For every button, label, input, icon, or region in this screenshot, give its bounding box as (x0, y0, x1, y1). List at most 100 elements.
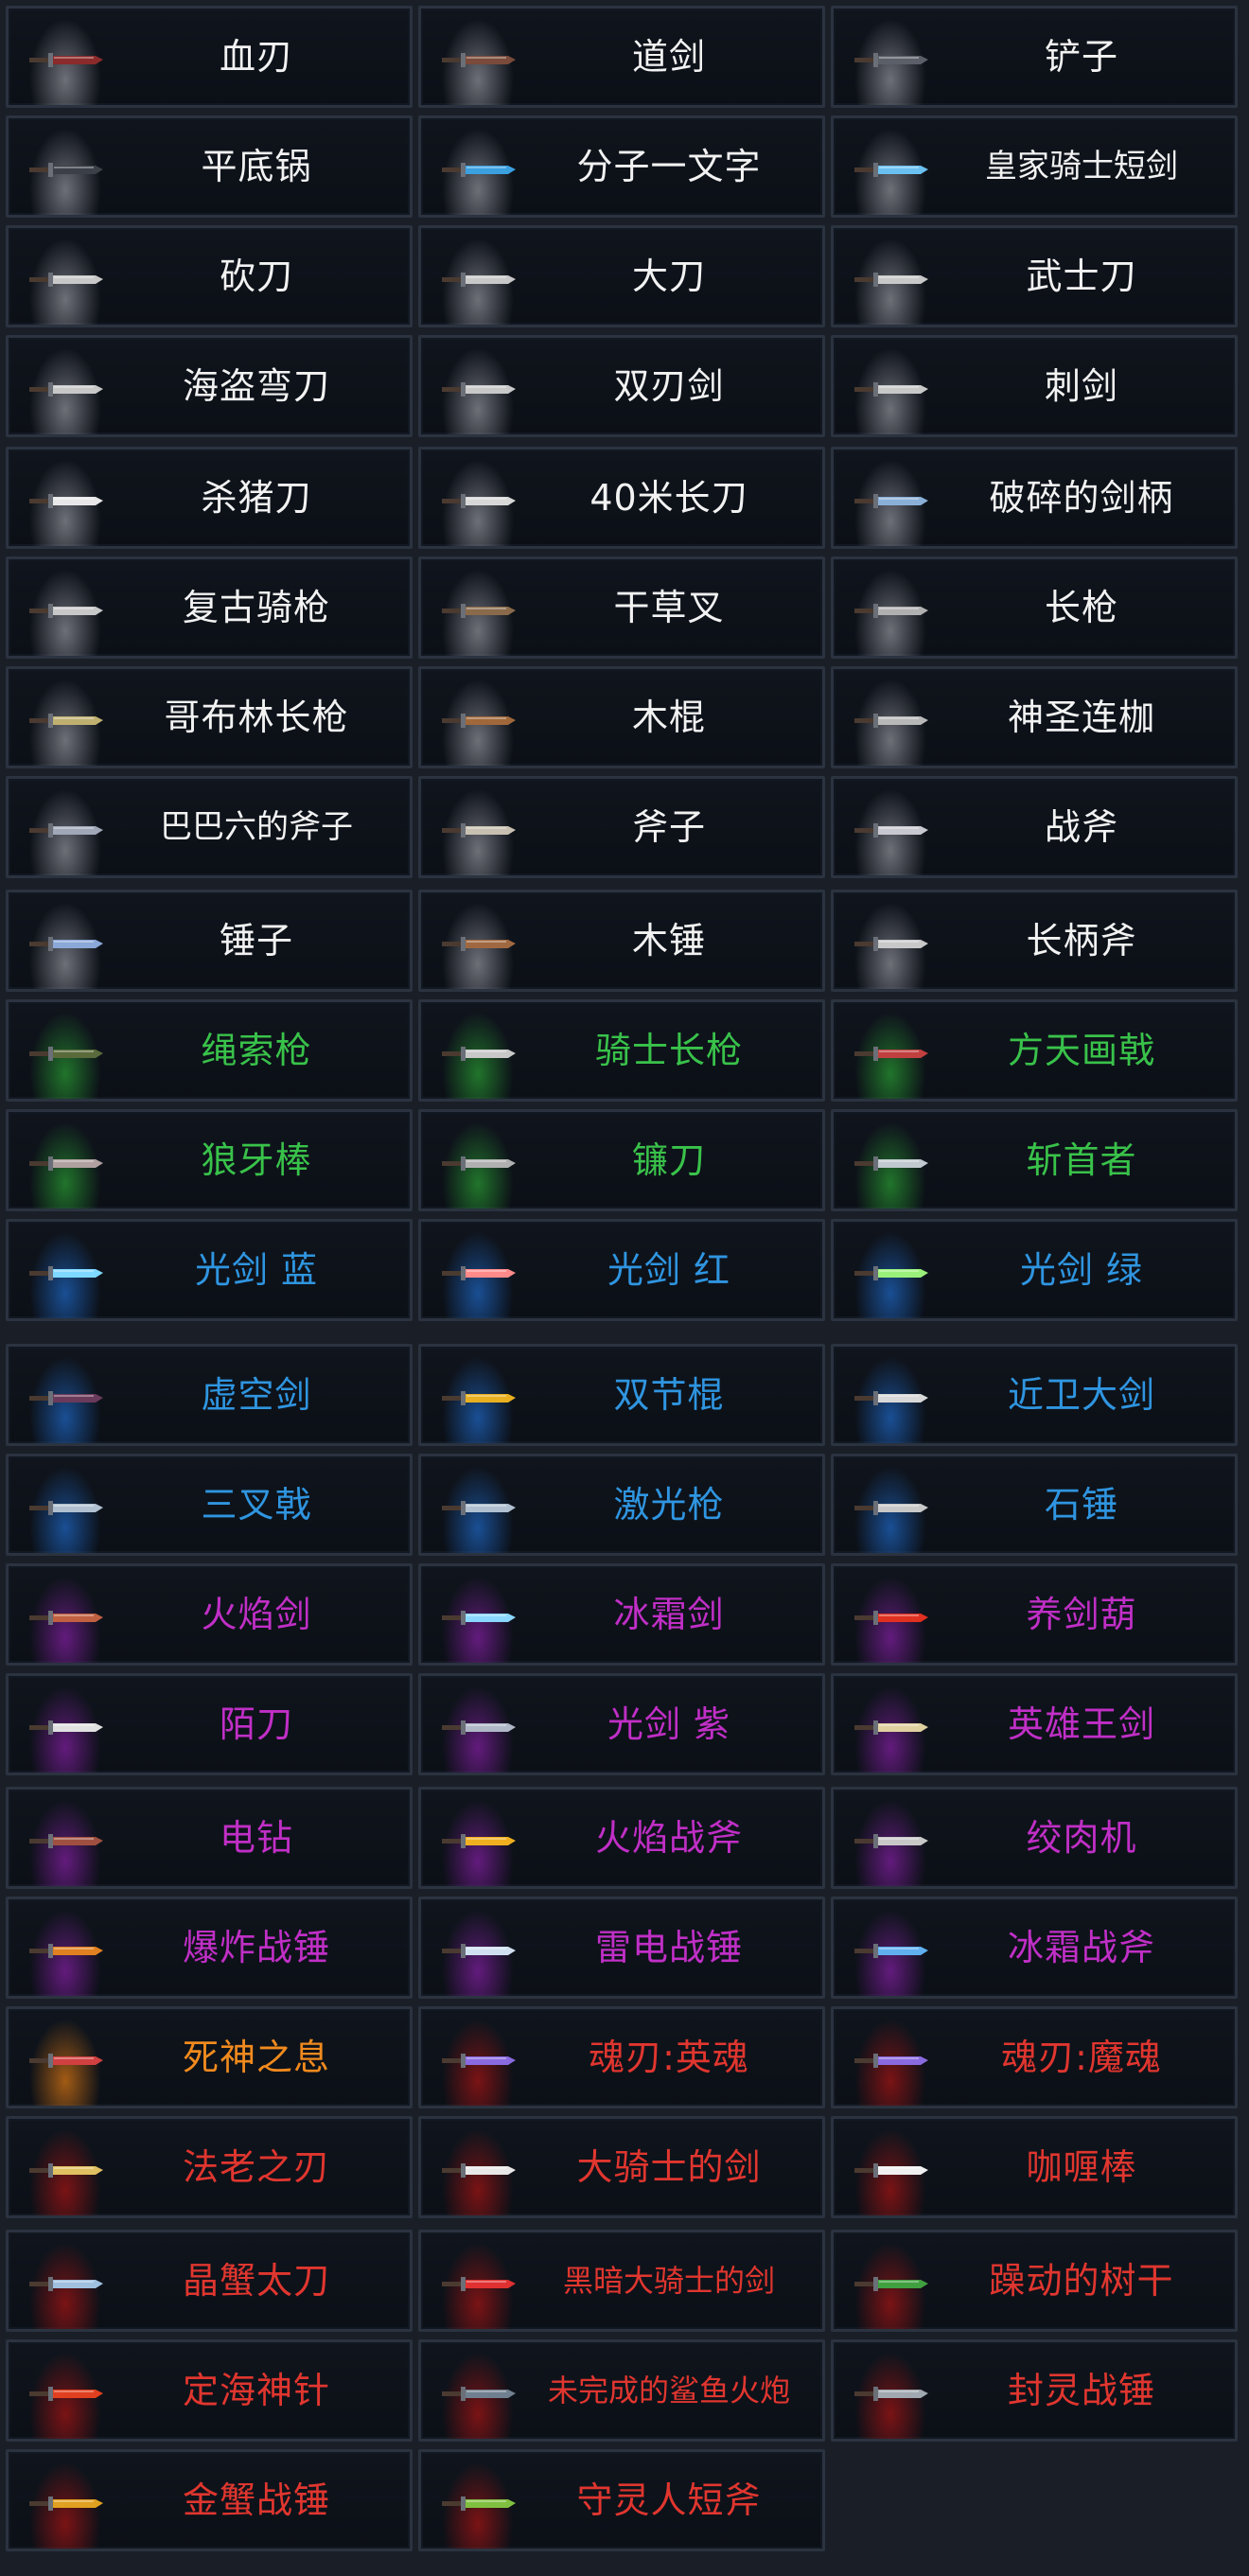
weapon-cell[interactable]: 斧子 (418, 776, 825, 878)
broken-hilt-icon (847, 482, 934, 520)
weapon-cell[interactable]: 封灵战锤 (831, 2339, 1238, 2442)
golden-crab-warhammer-icon (22, 2484, 109, 2522)
weapon-cell[interactable]: 魂刃:魔魂 (831, 2006, 1238, 2108)
weapon-cell[interactable]: 爆炸战锤 (6, 1897, 413, 1999)
weapon-cell[interactable]: 大骑士的剑 (418, 2116, 825, 2218)
weapon-cell[interactable]: 光剑 红 (418, 1219, 825, 1321)
weapon-cell[interactable]: 火焰战斧 (418, 1787, 825, 1889)
weapon-cell[interactable]: 晶蟹太刀 (6, 2230, 413, 2332)
weapon-cell[interactable]: 金蟹战锤 (6, 2449, 413, 2551)
weapon-cell[interactable]: 骑士长枪 (418, 999, 825, 1102)
weapon-cell[interactable]: 铲子 (831, 6, 1238, 108)
weapon-cell[interactable]: 养剑葫 (831, 1563, 1238, 1666)
weapon-cell[interactable]: 绳索枪 (6, 999, 413, 1102)
weapon-cell[interactable]: 分子一文字 (418, 115, 825, 218)
weapon-name: 躁动的树干 (989, 2260, 1174, 2302)
weapon-cell[interactable]: 激光枪 (418, 1454, 825, 1556)
weapon-cell[interactable]: 光剑 蓝 (6, 1219, 413, 1321)
spirit-seal-warhammer-icon (847, 2374, 934, 2412)
restless-trunk-icon (847, 2265, 934, 2303)
weapon-cell[interactable]: 道剑 (418, 6, 825, 108)
weapon-cell[interactable]: 血刃 (6, 6, 413, 108)
weapon-name: 平底锅 (201, 146, 312, 187)
weapon-cell[interactable]: 石锤 (831, 1454, 1238, 1556)
weapon-cell[interactable]: 武士刀 (831, 225, 1238, 327)
weapon-cell[interactable]: 光剑 紫 (418, 1673, 825, 1775)
weapon-cell[interactable]: 双刃剑 (418, 335, 825, 437)
explosive-warhammer-icon (22, 1932, 109, 1969)
weapon-name: 武士刀 (1026, 256, 1137, 297)
weapon-cell[interactable]: 陌刀 (6, 1673, 413, 1775)
weapon-name: 分子一文字 (576, 146, 762, 187)
weapon-name: 皇家骑士短剑 (985, 148, 1178, 185)
weapon-cell[interactable]: 大刀 (418, 225, 825, 327)
weapon-name: 守灵人短斧 (576, 2479, 762, 2521)
weapon-cell[interactable]: 长柄斧 (831, 890, 1238, 992)
weapon-name: 金蟹战锤 (182, 2479, 330, 2521)
weapon-cell[interactable]: 长枪 (831, 556, 1238, 659)
pharaoh-blade-icon (22, 2151, 109, 2189)
weapon-cell[interactable]: 平底锅 (6, 115, 413, 218)
thunder-warhammer-icon (434, 1932, 521, 1969)
weapon-name: 道剑 (631, 36, 706, 78)
weapon-cell[interactable]: 40米长刀 (418, 447, 825, 549)
weapon-cell[interactable]: 哥布林长枪 (6, 666, 413, 768)
weapon-cell[interactable]: 定海神针 (6, 2339, 413, 2442)
weapon-cell[interactable]: 法老之刃 (6, 2116, 413, 2218)
weapon-name: 冰霜战斧 (1007, 1927, 1155, 1968)
weapon-name: 光剑 蓝 (194, 1249, 319, 1291)
weapon-cell[interactable]: 死神之息 (6, 2006, 413, 2108)
weapon-cell[interactable]: 战斧 (831, 776, 1238, 878)
weapon-cell[interactable]: 木锤 (418, 890, 825, 992)
weapon-cell[interactable]: 三叉戟 (6, 1454, 413, 1556)
weapon-cell[interactable]: 英雄王剑 (831, 1673, 1238, 1775)
weapon-cell[interactable]: 砍刀 (6, 225, 413, 327)
weapon-cell[interactable]: 锤子 (6, 890, 413, 992)
weapon-cell[interactable]: 杀猪刀 (6, 447, 413, 549)
blood-blade-icon (22, 41, 109, 79)
weapon-cell[interactable]: 破碎的剑柄 (831, 447, 1238, 549)
weapon-cell[interactable]: 近卫大剑 (831, 1344, 1238, 1446)
weapon-cell[interactable]: 雷电战锤 (418, 1897, 825, 1999)
weapon-cell[interactable]: 斩首者 (831, 1109, 1238, 1211)
weapon-cell[interactable]: 未完成的鲨鱼火炮 (418, 2339, 825, 2442)
weapon-cell[interactable]: 海盗弯刀 (6, 335, 413, 437)
weapon-cell[interactable]: 巴巴六的斧子 (6, 776, 413, 878)
weapon-cell[interactable]: 皇家骑士短剑 (831, 115, 1238, 218)
weapon-cell[interactable]: 守灵人短斧 (418, 2449, 825, 2551)
weapon-cell[interactable]: 光剑 绿 (831, 1219, 1238, 1321)
shovel-icon (847, 41, 934, 79)
weapon-name: 死神之息 (182, 2037, 330, 2078)
grand-knight-sword-icon (434, 2151, 521, 2189)
weapon-name: 镰刀 (631, 1139, 706, 1181)
weapon-name: 狼牙棒 (201, 1139, 312, 1181)
weapon-cell[interactable]: 冰霜战斧 (831, 1897, 1238, 1999)
weapon-cell[interactable]: 镰刀 (418, 1109, 825, 1211)
weapon-cell[interactable]: 方天画戟 (831, 999, 1238, 1102)
weapon-name: 封灵战锤 (1007, 2370, 1155, 2411)
knight-lance-icon (434, 1034, 521, 1072)
weapon-cell[interactable]: 魂刃:英魂 (418, 2006, 825, 2108)
weapon-name: 砍刀 (219, 256, 293, 297)
weapon-cell[interactable]: 干草叉 (418, 556, 825, 659)
weapon-name: 电钻 (219, 1817, 293, 1859)
trident-icon (22, 1489, 109, 1526)
weapon-cell[interactable]: 冰霜剑 (418, 1563, 825, 1666)
weapon-cell[interactable]: 木棍 (418, 666, 825, 768)
weapon-name: 木棍 (631, 697, 706, 738)
weapon-cell[interactable]: 绞肉机 (831, 1787, 1238, 1889)
weapon-cell[interactable]: 神圣连枷 (831, 666, 1238, 768)
weapon-cell[interactable]: 黑暗大骑士的剑 (418, 2230, 825, 2332)
weapon-cell[interactable]: 电钻 (6, 1787, 413, 1889)
weapon-cell[interactable]: 狼牙棒 (6, 1109, 413, 1211)
weapon-cell[interactable]: 咖喱棒 (831, 2116, 1238, 2218)
weapon-cell[interactable]: 复古骑枪 (6, 556, 413, 659)
weapon-cell[interactable]: 躁动的树干 (831, 2230, 1238, 2332)
long-blade-icon (434, 482, 521, 520)
weapon-cell[interactable]: 虚空剑 (6, 1344, 413, 1446)
hammer-icon (22, 925, 109, 962)
weapon-cell[interactable]: 刺剑 (831, 335, 1238, 437)
weapon-cell[interactable]: 双节棍 (418, 1344, 825, 1446)
weapon-name: 血刃 (219, 36, 293, 78)
weapon-cell[interactable]: 火焰剑 (6, 1563, 413, 1666)
